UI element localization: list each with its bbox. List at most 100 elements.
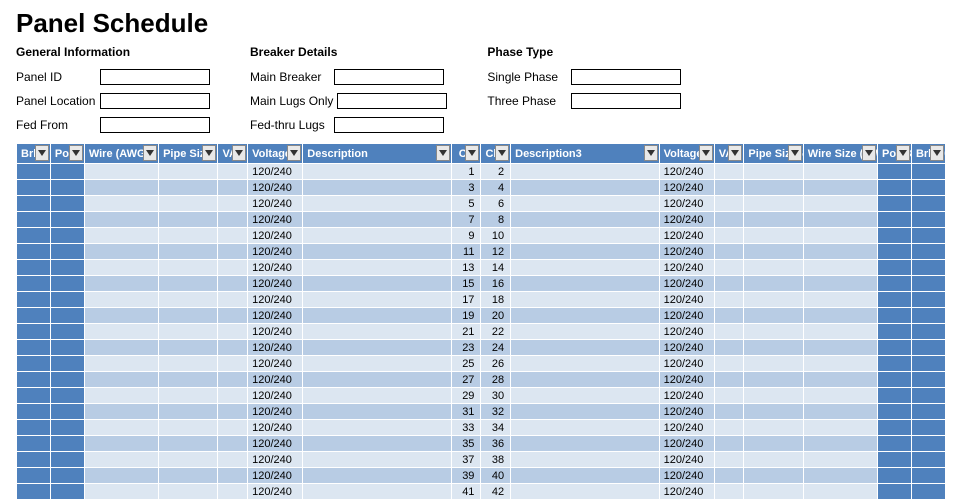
- cell-ckt[interactable]: 3: [451, 180, 481, 196]
- cell-voltage2[interactable]: 120/240: [659, 324, 714, 340]
- cell-ckt2[interactable]: 22: [481, 324, 511, 340]
- cell-wire2[interactable]: [803, 436, 877, 452]
- filter-dropdown-icon[interactable]: [728, 145, 742, 161]
- cell-brkr2[interactable]: [911, 420, 945, 436]
- cell-wire[interactable]: [84, 356, 158, 372]
- cell-ckt2[interactable]: 28: [481, 372, 511, 388]
- cell-pole2[interactable]: [878, 404, 912, 420]
- cell-brkr2[interactable]: [911, 404, 945, 420]
- cell-pipe[interactable]: [159, 420, 218, 436]
- cell-ckt2[interactable]: 14: [481, 260, 511, 276]
- cell-description2[interactable]: [511, 276, 659, 292]
- cell-ckt2[interactable]: 38: [481, 452, 511, 468]
- cell-pole2[interactable]: [878, 372, 912, 388]
- cell-voltage2[interactable]: 120/240: [659, 308, 714, 324]
- cell-wire[interactable]: [84, 196, 158, 212]
- cell-voltage2[interactable]: 120/240: [659, 260, 714, 276]
- cell-wire[interactable]: [84, 180, 158, 196]
- cell-pipe[interactable]: [159, 308, 218, 324]
- cell-wire2[interactable]: [803, 212, 877, 228]
- cell-pole2[interactable]: [878, 308, 912, 324]
- cell-brkr2[interactable]: [911, 164, 945, 180]
- cell-voltage[interactable]: 120/240: [248, 244, 303, 260]
- cell-description2[interactable]: [511, 484, 659, 500]
- cell-wire[interactable]: [84, 228, 158, 244]
- cell-va[interactable]: [218, 196, 248, 212]
- cell-brkr[interactable]: [17, 404, 51, 420]
- cell-ckt2[interactable]: 12: [481, 244, 511, 260]
- cell-va[interactable]: [218, 372, 248, 388]
- cell-va[interactable]: [218, 420, 248, 436]
- cell-ckt2[interactable]: 6: [481, 196, 511, 212]
- cell-pipe[interactable]: [159, 180, 218, 196]
- cell-brkr2[interactable]: [911, 180, 945, 196]
- cell-brkr[interactable]: [17, 164, 51, 180]
- cell-description[interactable]: [303, 452, 451, 468]
- cell-pole[interactable]: [50, 212, 84, 228]
- cell-description[interactable]: [303, 468, 451, 484]
- filter-dropdown-icon[interactable]: [896, 145, 910, 161]
- cell-voltage2[interactable]: 120/240: [659, 212, 714, 228]
- cell-ckt2[interactable]: 30: [481, 388, 511, 404]
- cell-brkr[interactable]: [17, 372, 51, 388]
- cell-wire2[interactable]: [803, 164, 877, 180]
- cell-pipe[interactable]: [159, 484, 218, 500]
- cell-pole[interactable]: [50, 164, 84, 180]
- cell-ckt2[interactable]: 4: [481, 180, 511, 196]
- cell-pipe[interactable]: [159, 388, 218, 404]
- cell-va2[interactable]: [714, 404, 744, 420]
- cell-wire2[interactable]: [803, 244, 877, 260]
- cell-description[interactable]: [303, 212, 451, 228]
- cell-wire[interactable]: [84, 468, 158, 484]
- cell-voltage[interactable]: 120/240: [248, 292, 303, 308]
- three-phase-input[interactable]: [571, 93, 681, 109]
- cell-brkr[interactable]: [17, 468, 51, 484]
- cell-va[interactable]: [218, 244, 248, 260]
- cell-pole[interactable]: [50, 260, 84, 276]
- cell-voltage2[interactable]: 120/240: [659, 468, 714, 484]
- cell-brkr2[interactable]: [911, 436, 945, 452]
- cell-wire[interactable]: [84, 212, 158, 228]
- cell-ckt2[interactable]: 2: [481, 164, 511, 180]
- cell-ckt[interactable]: 11: [451, 244, 481, 260]
- cell-wire2[interactable]: [803, 404, 877, 420]
- filter-dropdown-icon[interactable]: [465, 145, 479, 161]
- cell-voltage[interactable]: 120/240: [248, 260, 303, 276]
- filter-dropdown-icon[interactable]: [644, 145, 658, 161]
- cell-pole[interactable]: [50, 276, 84, 292]
- cell-brkr2[interactable]: [911, 356, 945, 372]
- cell-description[interactable]: [303, 404, 451, 420]
- cell-brkr[interactable]: [17, 292, 51, 308]
- cell-pole[interactable]: [50, 308, 84, 324]
- cell-brkr2[interactable]: [911, 228, 945, 244]
- cell-pipe2[interactable]: [744, 292, 803, 308]
- cell-pole2[interactable]: [878, 436, 912, 452]
- cell-pole2[interactable]: [878, 244, 912, 260]
- cell-description[interactable]: [303, 244, 451, 260]
- cell-pole2[interactable]: [878, 484, 912, 500]
- cell-description[interactable]: [303, 276, 451, 292]
- cell-pipe[interactable]: [159, 196, 218, 212]
- cell-wire2[interactable]: [803, 260, 877, 276]
- cell-pipe2[interactable]: [744, 388, 803, 404]
- panel-id-input[interactable]: [100, 69, 210, 85]
- cell-voltage2[interactable]: 120/240: [659, 484, 714, 500]
- cell-voltage[interactable]: 120/240: [248, 340, 303, 356]
- cell-voltage[interactable]: 120/240: [248, 372, 303, 388]
- cell-ckt2[interactable]: 32: [481, 404, 511, 420]
- fed-thru-input[interactable]: [334, 117, 444, 133]
- cell-pipe2[interactable]: [744, 404, 803, 420]
- cell-pole2[interactable]: [878, 388, 912, 404]
- cell-pole[interactable]: [50, 468, 84, 484]
- cell-brkr2[interactable]: [911, 324, 945, 340]
- cell-ckt2[interactable]: 16: [481, 276, 511, 292]
- cell-description2[interactable]: [511, 292, 659, 308]
- cell-pole2[interactable]: [878, 324, 912, 340]
- cell-brkr2[interactable]: [911, 388, 945, 404]
- cell-voltage2[interactable]: 120/240: [659, 180, 714, 196]
- cell-pole[interactable]: [50, 196, 84, 212]
- cell-wire2[interactable]: [803, 372, 877, 388]
- cell-va[interactable]: [218, 452, 248, 468]
- cell-pole[interactable]: [50, 356, 84, 372]
- cell-wire[interactable]: [84, 276, 158, 292]
